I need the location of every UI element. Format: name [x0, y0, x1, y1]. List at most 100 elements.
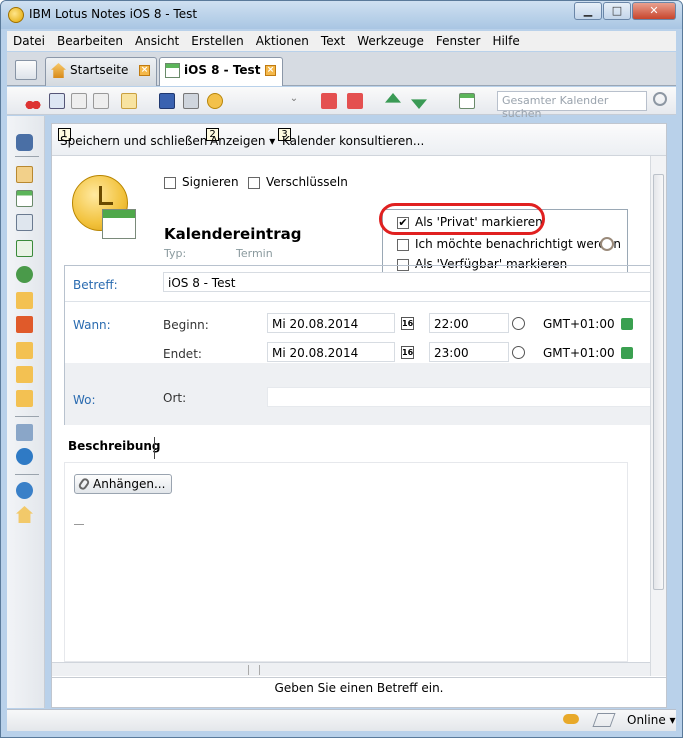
- search-icon[interactable]: [653, 92, 667, 106]
- lotus-notes-icon: [8, 7, 24, 23]
- print-icon[interactable]: [183, 93, 199, 109]
- notify-checkbox[interactable]: [397, 238, 409, 251]
- time-picker-icon[interactable]: [512, 346, 525, 359]
- todo-icon[interactable]: [16, 240, 33, 257]
- attach-button[interactable]: Anhängen...: [74, 474, 173, 494]
- scroll-thumb[interactable]: [653, 174, 664, 590]
- tab-label: Startseite: [70, 63, 129, 77]
- begin-date-input[interactable]: Mi 20.08.2014: [267, 313, 395, 333]
- end-date-input[interactable]: Mi 20.08.2014: [267, 342, 395, 362]
- menu-erstellen[interactable]: Erstellen: [185, 34, 250, 48]
- begin-label: Beginn:: [163, 318, 209, 332]
- menu-werkzeuge[interactable]: Werkzeuge: [351, 34, 430, 48]
- window-title: IBM Lotus Notes iOS 8 - Test: [29, 7, 198, 21]
- date-picker-icon[interactable]: 16: [401, 346, 414, 359]
- sign-option[interactable]: Signieren: [164, 175, 239, 189]
- scroll-grip[interactable]: [248, 665, 260, 675]
- date-picker-icon[interactable]: 16: [401, 317, 414, 330]
- new-icon[interactable]: [121, 93, 137, 109]
- globe-icon[interactable]: [16, 448, 33, 465]
- title-bar[interactable]: IBM Lotus Notes iOS 8 - Test ▁ □ ✕: [1, 1, 682, 29]
- binoculars-icon[interactable]: [16, 134, 33, 151]
- chevron-down-icon[interactable]: ⌄: [289, 93, 299, 109]
- side-navigation: [7, 116, 45, 708]
- close-button[interactable]: ✕: [632, 2, 676, 20]
- workspace-icon[interactable]: [16, 292, 33, 309]
- menu-text[interactable]: Text: [315, 34, 351, 48]
- encrypt-option[interactable]: Verschlüsseln: [248, 175, 348, 189]
- bookmarks-icon[interactable]: [16, 316, 33, 333]
- mail-icon[interactable]: [16, 166, 33, 183]
- copy-icon[interactable]: [49, 93, 65, 109]
- encrypt-checkbox[interactable]: [248, 176, 260, 189]
- database-icon[interactable]: [16, 424, 33, 441]
- notify-option[interactable]: Ich möchte benachrichtigt werden: [397, 237, 621, 251]
- folder-icon[interactable]: [16, 366, 33, 383]
- folder-icon[interactable]: [16, 342, 33, 359]
- paste-special-icon[interactable]: [93, 93, 109, 109]
- search-input[interactable]: Gesamter Kalender suchen: [497, 91, 647, 120]
- timezone-icon[interactable]: [621, 318, 633, 330]
- calendar-nav-icon[interactable]: [16, 190, 33, 207]
- menu-datei[interactable]: Datei: [7, 34, 51, 48]
- maximize-button[interactable]: □: [603, 2, 631, 20]
- appointment-fields: Betreff: iOS 8 - Test Wann: Beginn: Mi 2…: [64, 265, 656, 425]
- key-icon[interactable]: [563, 714, 579, 724]
- subject-input[interactable]: iOS 8 - Test: [163, 272, 653, 292]
- folder-icon[interactable]: [16, 390, 33, 407]
- divider: [15, 156, 39, 157]
- location-row: Wo: Ort:: [65, 363, 655, 425]
- menu-fenster[interactable]: Fenster: [430, 34, 487, 48]
- begin-time-input[interactable]: 22:00: [429, 313, 509, 333]
- timezone-icon[interactable]: [621, 347, 633, 359]
- view-menu-button[interactable]: Anzeigen ▾: [210, 134, 275, 148]
- close-tab-icon[interactable]: ×: [139, 65, 150, 76]
- menu-bearbeiten[interactable]: Bearbeiten: [51, 34, 129, 48]
- help-icon[interactable]: [16, 482, 33, 499]
- paste-icon[interactable]: [71, 93, 87, 109]
- minimize-button[interactable]: ▁: [574, 2, 602, 20]
- navigate-up-icon[interactable]: [385, 93, 401, 103]
- tab-startseite[interactable]: Startseite ×: [45, 57, 157, 86]
- home-nav-icon[interactable]: [16, 506, 33, 523]
- save-and-close-button[interactable]: Speichern und schließen: [60, 134, 207, 148]
- menu-ansicht[interactable]: Ansicht: [129, 34, 185, 48]
- where-label: Wo:: [73, 393, 96, 407]
- type-value: Termin: [236, 247, 273, 260]
- cut-icon[interactable]: [25, 93, 41, 109]
- save-icon[interactable]: [159, 93, 175, 109]
- entry-header: Signieren Verschlüsseln Kalendereintrag …: [52, 157, 652, 279]
- replication-icon[interactable]: [16, 266, 33, 283]
- tab-bar: Startseite × iOS 8 - Test ×: [7, 52, 676, 86]
- consult-calendar-button[interactable]: Kalender konsultieren...: [282, 134, 424, 148]
- highlight-annotation: [379, 203, 545, 235]
- time-picker-icon[interactable]: [512, 317, 525, 330]
- location-input[interactable]: [267, 387, 653, 407]
- sidebar-collapse-handle[interactable]: [668, 391, 676, 431]
- menu-hilfe[interactable]: Hilfe: [486, 34, 525, 48]
- hint-bar: Geben Sie einen Betreff ein.: [52, 677, 666, 697]
- menu-aktionen[interactable]: Aktionen: [250, 34, 315, 48]
- forward-icon[interactable]: [321, 93, 337, 109]
- close-tab-icon[interactable]: ×: [265, 65, 276, 76]
- alarm-clock-icon[interactable]: [600, 237, 614, 251]
- open-list-icon[interactable]: [15, 60, 37, 80]
- end-time-input[interactable]: 23:00: [429, 342, 509, 362]
- sign-checkbox[interactable]: [164, 176, 176, 189]
- stop-icon[interactable]: [207, 93, 223, 109]
- vertical-scrollbar[interactable]: [650, 156, 666, 676]
- divider: [154, 437, 155, 459]
- end-timezone: GMT+01:00: [543, 346, 615, 360]
- network-icon[interactable]: [592, 713, 616, 727]
- contacts-icon[interactable]: [16, 214, 33, 231]
- navigate-down-icon[interactable]: [411, 99, 427, 109]
- tab-ios8-test[interactable]: iOS 8 - Test ×: [159, 57, 283, 86]
- menu-bar: Datei Bearbeiten Ansicht Erstellen Aktio…: [7, 31, 676, 51]
- calendar-view-icon[interactable]: [459, 93, 475, 109]
- online-status[interactable]: Online ▾: [627, 713, 676, 727]
- location-label: Ort:: [163, 391, 187, 405]
- tab-label: iOS 8 - Test: [184, 63, 261, 77]
- description-tab[interactable]: Beschreibung: [68, 439, 161, 453]
- reply-icon[interactable]: [347, 93, 363, 109]
- horizontal-scrollbar[interactable]: [52, 662, 650, 676]
